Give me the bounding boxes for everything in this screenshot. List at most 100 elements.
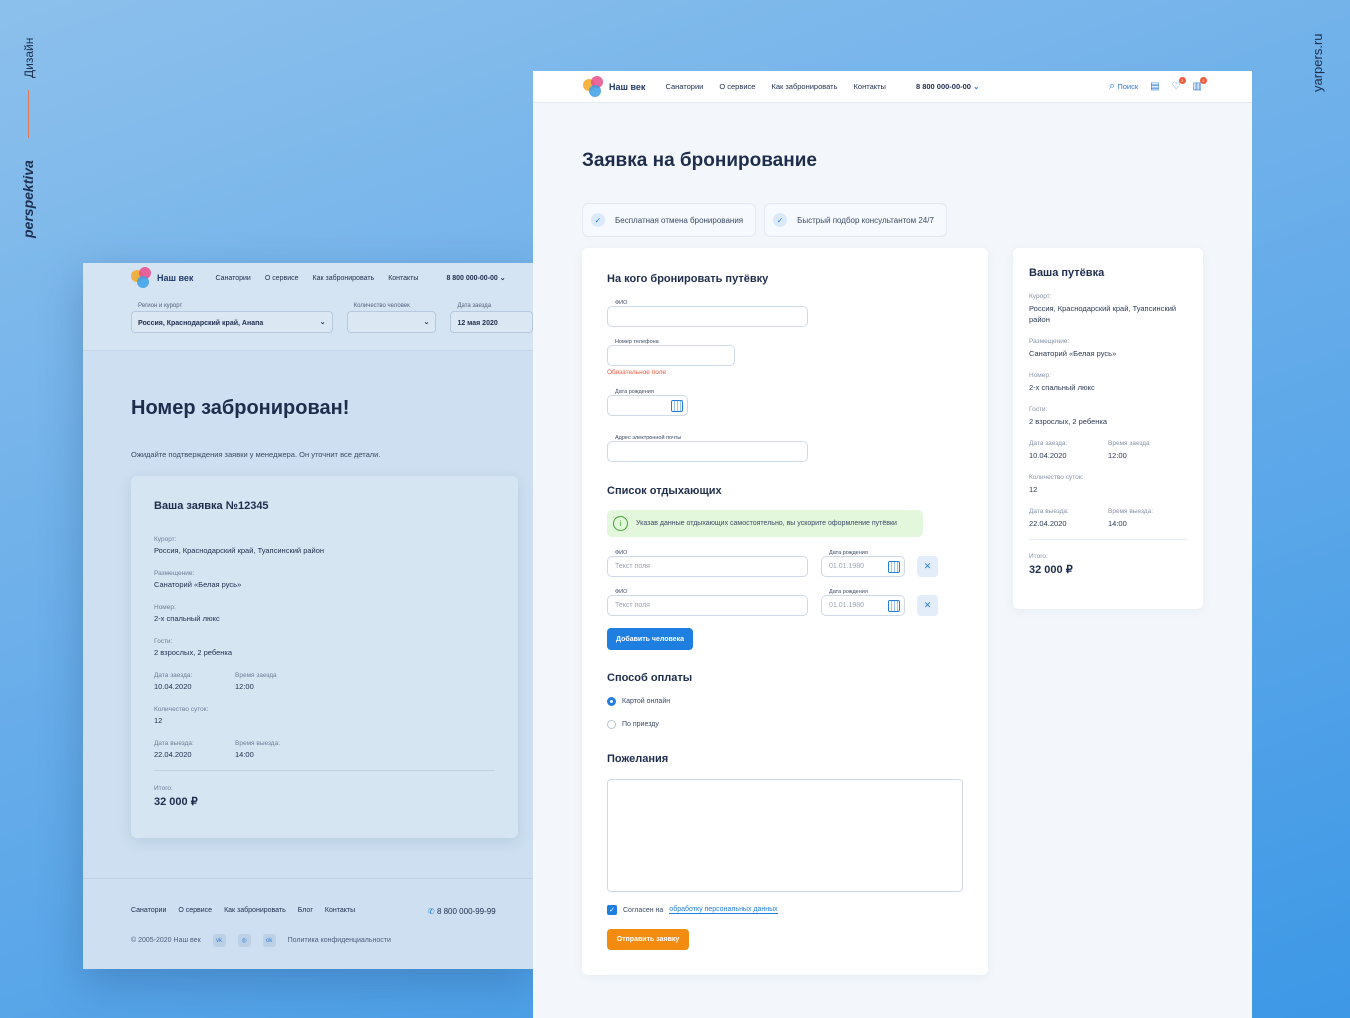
- checkin-time-value: 12:00: [1108, 451, 1127, 460]
- check-icon: ✓: [591, 213, 605, 227]
- section-title: На кого бронировать путёвку: [607, 273, 769, 285]
- nav-link[interactable]: О сервисе: [719, 82, 755, 91]
- footer-link[interactable]: Блог: [298, 907, 313, 914]
- logo-text: Наш век: [609, 81, 646, 92]
- instagram-icon[interactable]: ◎: [237, 934, 251, 947]
- footer-link[interactable]: Как забронировать: [224, 907, 286, 914]
- phone-text: 8 800 000-00-00: [915, 82, 971, 91]
- page-title: Номер забронирован!: [131, 397, 350, 419]
- phone-icon: ✆: [428, 907, 435, 916]
- phone-field[interactable]: Номер телефона: [607, 339, 735, 366]
- nav-link[interactable]: Контакты: [854, 82, 886, 91]
- nav-link[interactable]: Как забронировать: [771, 82, 837, 91]
- logo[interactable]: Наш век: [583, 75, 646, 98]
- region-select[interactable]: Регион и курорт Россия, Краснодарский кр…: [131, 303, 333, 333]
- pay-card-radio[interactable]: Картой онлайн: [607, 697, 670, 706]
- nav-link[interactable]: Санатории: [665, 82, 703, 91]
- room-key: Номер:: [1029, 372, 1051, 379]
- brand-label: perspektiva: [20, 160, 36, 238]
- chevron-down-icon: ⌄: [319, 319, 326, 326]
- close-icon: ✕: [923, 600, 932, 610]
- chevron-down-icon: ⌄: [499, 275, 506, 282]
- benefit-chip: ✓ Быстрый подбор консультантом 24/7: [764, 203, 947, 237]
- search-button[interactable]: ⌕ Поиск: [1109, 80, 1138, 93]
- radio-icon: [607, 720, 616, 729]
- room-key: Номер:: [154, 604, 176, 611]
- field-label: ФИО: [613, 589, 630, 595]
- site-label: yarpers.ru: [1310, 33, 1325, 92]
- nav-link[interactable]: Контакты: [388, 275, 418, 282]
- section-title: Способ оплаты: [607, 672, 693, 684]
- benefit-text: Бесплатная отмена бронирования: [615, 215, 744, 225]
- calendar-icon[interactable]: [671, 400, 683, 412]
- nav-link[interactable]: О сервисе: [265, 275, 299, 282]
- email-field[interactable]: Адрес электронной почты: [607, 435, 808, 462]
- field-label: Адрес электронной почты: [613, 435, 684, 441]
- region-value: Россия, Краснодарский край, Анапа: [138, 320, 264, 327]
- search-label: Поиск: [1117, 82, 1139, 91]
- checkbox-icon: ✓: [607, 905, 617, 915]
- nav-phone[interactable]: 8 800 000-00-00 ⌄: [446, 274, 505, 282]
- field-label: ФИО: [613, 300, 630, 306]
- guests-value: 2 взрослых, 2 ребенка: [1029, 417, 1108, 426]
- guest-birthdate-field[interactable]: Дата рождения 01.01.1980: [821, 550, 905, 577]
- close-icon: ✕: [923, 561, 932, 571]
- fio-field[interactable]: ФИО: [607, 300, 808, 327]
- policy-link[interactable]: Политика конфиденциальности: [288, 937, 391, 944]
- footer-link[interactable]: Контакты: [325, 907, 355, 914]
- remove-guest-button[interactable]: ✕: [917, 595, 938, 616]
- submit-button[interactable]: Отправить заявку: [607, 929, 689, 950]
- divider: [1029, 539, 1187, 540]
- date-select[interactable]: Дата заезда 12 мая 2020: [450, 303, 533, 333]
- compare-button[interactable]: ▥ 2: [1193, 77, 1207, 92]
- birthdate-field[interactable]: Дата рождения: [607, 389, 688, 416]
- total-value: 32 000 ₽: [1029, 564, 1073, 576]
- section-title: Пожелания: [607, 753, 669, 765]
- divider: [154, 770, 495, 771]
- footer-link[interactable]: Санатории: [131, 907, 166, 914]
- booking-number: Ваша заявка №12345: [154, 500, 269, 512]
- days-value: 12: [1029, 485, 1038, 494]
- checkout-time-value: 14:00: [1108, 519, 1127, 528]
- odnoklassniki-icon[interactable]: ok: [262, 934, 276, 947]
- booking-card: Ваша заявка №12345 Курорт: Россия, Красно…: [131, 476, 518, 838]
- documents-icon[interactable]: ▤: [1150, 81, 1159, 92]
- pay-arrival-radio[interactable]: По приезду: [607, 720, 659, 729]
- logo-text: Наш век: [157, 273, 194, 283]
- footer: Санатории О сервисе Как забронировать Бл…: [83, 878, 533, 947]
- calendar-icon[interactable]: [888, 600, 900, 612]
- guest-birthdate-field[interactable]: Дата рождения 01.01.1980: [821, 589, 905, 616]
- guest-fio-field[interactable]: ФИО Текст поля: [607, 589, 808, 616]
- copyright: © 2005-2020 Наш век: [131, 937, 201, 944]
- footer-phone[interactable]: ✆ 8 800 000-99-99: [428, 907, 496, 916]
- remove-guest-button[interactable]: ✕: [917, 556, 938, 577]
- total-key: Итого:: [1029, 553, 1048, 560]
- add-person-button[interactable]: Добавить человека: [607, 628, 693, 650]
- nav-link[interactable]: Как забронировать: [313, 275, 375, 282]
- info-text: Указав данные отдыхающих самостоятельно,…: [636, 520, 897, 527]
- room-value: 2-х спальный люкс: [1029, 383, 1095, 392]
- favorites-button[interactable]: ♡ 3: [1172, 77, 1186, 92]
- region-label: Регион и курорт: [138, 303, 183, 309]
- footer-link[interactable]: О сервисе: [178, 907, 212, 914]
- nav-link[interactable]: Санатории: [215, 275, 250, 282]
- checkout-value: 22.04.2020: [1029, 519, 1067, 528]
- people-select[interactable]: Количество человек ⌄: [346, 303, 437, 333]
- wishes-textarea[interactable]: [607, 779, 963, 892]
- calendar-icon[interactable]: [888, 561, 900, 573]
- radio-label: Картой онлайн: [622, 698, 671, 705]
- checkout-time-key: Время выезда:: [235, 740, 281, 747]
- checkin-time-key: Время заезда: [1108, 440, 1150, 447]
- checkout-time-value: 14:00: [235, 750, 254, 759]
- nav-phone[interactable]: 8 800 000-00-00 ⌄: [916, 82, 979, 91]
- consent-checkbox[interactable]: ✓ Согласен на обработку персональных дан…: [607, 905, 778, 915]
- left-logo[interactable]: Наш век: [131, 267, 193, 289]
- checkin-value: 10.04.2020: [1029, 451, 1067, 460]
- search-filters: Регион и курорт Россия, Краснодарский кр…: [83, 293, 533, 351]
- check-icon: ✓: [773, 213, 788, 227]
- vk-icon[interactable]: vk: [212, 934, 226, 947]
- days-value: 12: [154, 716, 163, 725]
- guest-fio-field[interactable]: ФИО Текст поля: [607, 550, 808, 577]
- room-value: 2-х спальный люкс: [154, 614, 220, 623]
- consent-link[interactable]: обработку персональных данных: [669, 906, 778, 914]
